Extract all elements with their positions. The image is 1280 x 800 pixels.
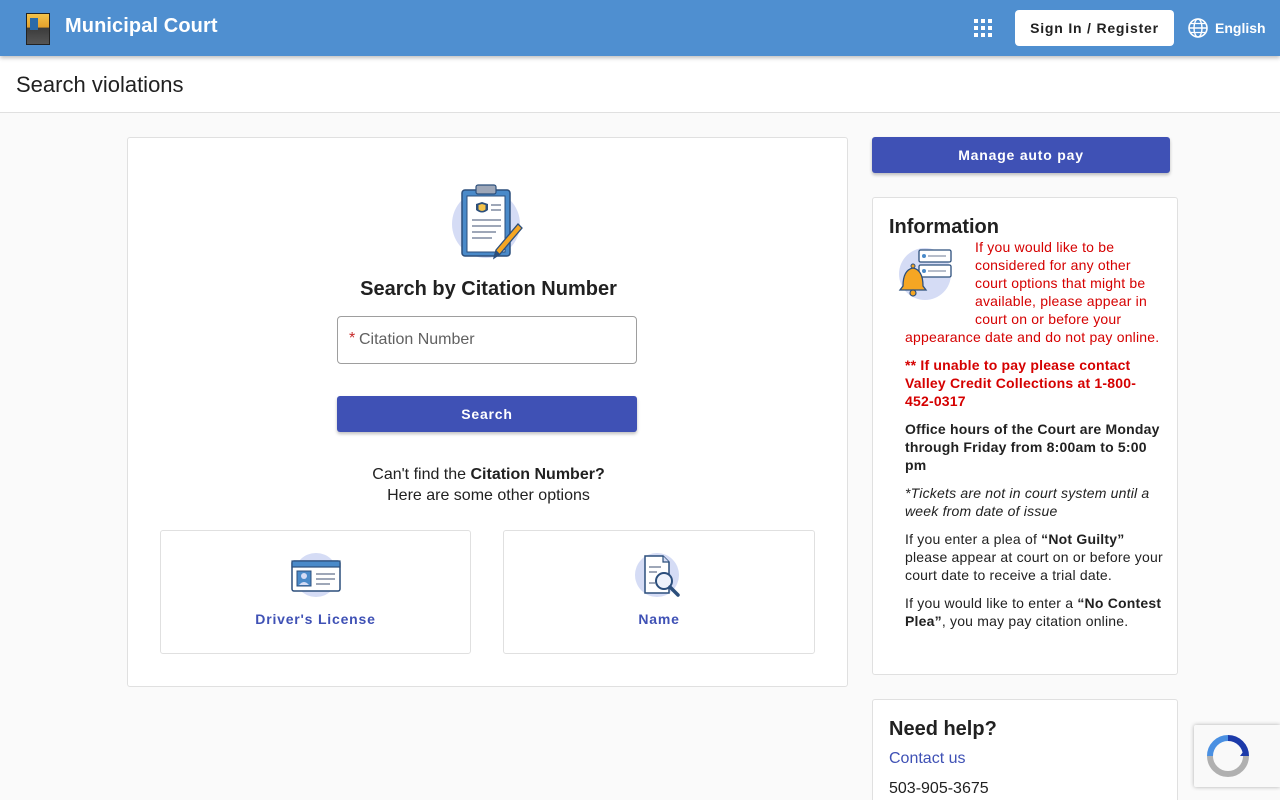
- drivers-license-label: Driver's License: [255, 611, 376, 627]
- information-card: Information If you would like to be cons…: [872, 197, 1178, 675]
- clipboard-icon: [452, 184, 523, 260]
- id-card-icon: [290, 553, 341, 597]
- page-title-bar: Search violations: [0, 56, 1280, 113]
- recaptcha-badge[interactable]: [1194, 725, 1280, 787]
- drivers-license-option[interactable]: Driver's License: [160, 530, 471, 654]
- top-app-bar: Municipal Court Sign In / Register Engli…: [0, 0, 1280, 56]
- city-logo-icon[interactable]: [26, 13, 50, 45]
- info-no-contest: If you would like to enter a “No Contest…: [905, 595, 1162, 629]
- app-title[interactable]: Municipal Court: [65, 15, 218, 38]
- info-not-guilty: If you enter a plea of “Not Guilty” plea…: [905, 531, 1163, 583]
- required-mark: *: [349, 330, 356, 347]
- citation-search-card: Search by Citation Number * Search Can't…: [127, 137, 848, 687]
- language-selector[interactable]: English: [1187, 17, 1266, 39]
- info-collections: ** If unable to pay please contact Valle…: [905, 357, 1137, 409]
- name-option[interactable]: Name: [503, 530, 815, 654]
- information-text: If you would like to be considered for a…: [905, 238, 1163, 640]
- globe-icon: [1188, 18, 1208, 38]
- page-title: Search violations: [16, 72, 184, 97]
- search-heading: Search by Citation Number: [360, 278, 617, 300]
- need-help-heading: Need help?: [889, 718, 997, 740]
- apps-grid-icon[interactable]: [974, 19, 992, 37]
- cant-find-bold: Citation Number?: [470, 466, 605, 483]
- search-button[interactable]: Search: [337, 396, 637, 432]
- info-office-hours: Office hours of the Court are Monday thr…: [905, 421, 1160, 473]
- info-ticket-delay: *Tickets are not in court system until a…: [905, 485, 1150, 519]
- citation-number-input[interactable]: [359, 317, 629, 363]
- phone-number: 503-905-3675: [889, 780, 989, 797]
- citation-number-field[interactable]: *: [337, 316, 637, 364]
- other-options-text: Can't find the Citation Number? Here are…: [128, 464, 849, 506]
- sign-in-register-button[interactable]: Sign In / Register: [1015, 10, 1174, 46]
- other-options-label: Here are some other options: [387, 487, 590, 504]
- need-help-card: Need help? Contact us 503-905-3675: [872, 699, 1178, 800]
- recaptcha-icon: [1207, 735, 1249, 777]
- information-heading: Information: [889, 216, 999, 238]
- info-court-options: If you would like to be considered for a…: [905, 239, 1160, 345]
- document-search-icon: [635, 553, 680, 597]
- manage-auto-pay-button[interactable]: Manage auto pay: [872, 137, 1170, 173]
- cant-find-prefix: Can't find the: [372, 466, 471, 483]
- contact-us-link[interactable]: Contact us: [889, 750, 965, 768]
- language-label: English: [1215, 20, 1266, 36]
- name-label: Name: [638, 611, 680, 627]
